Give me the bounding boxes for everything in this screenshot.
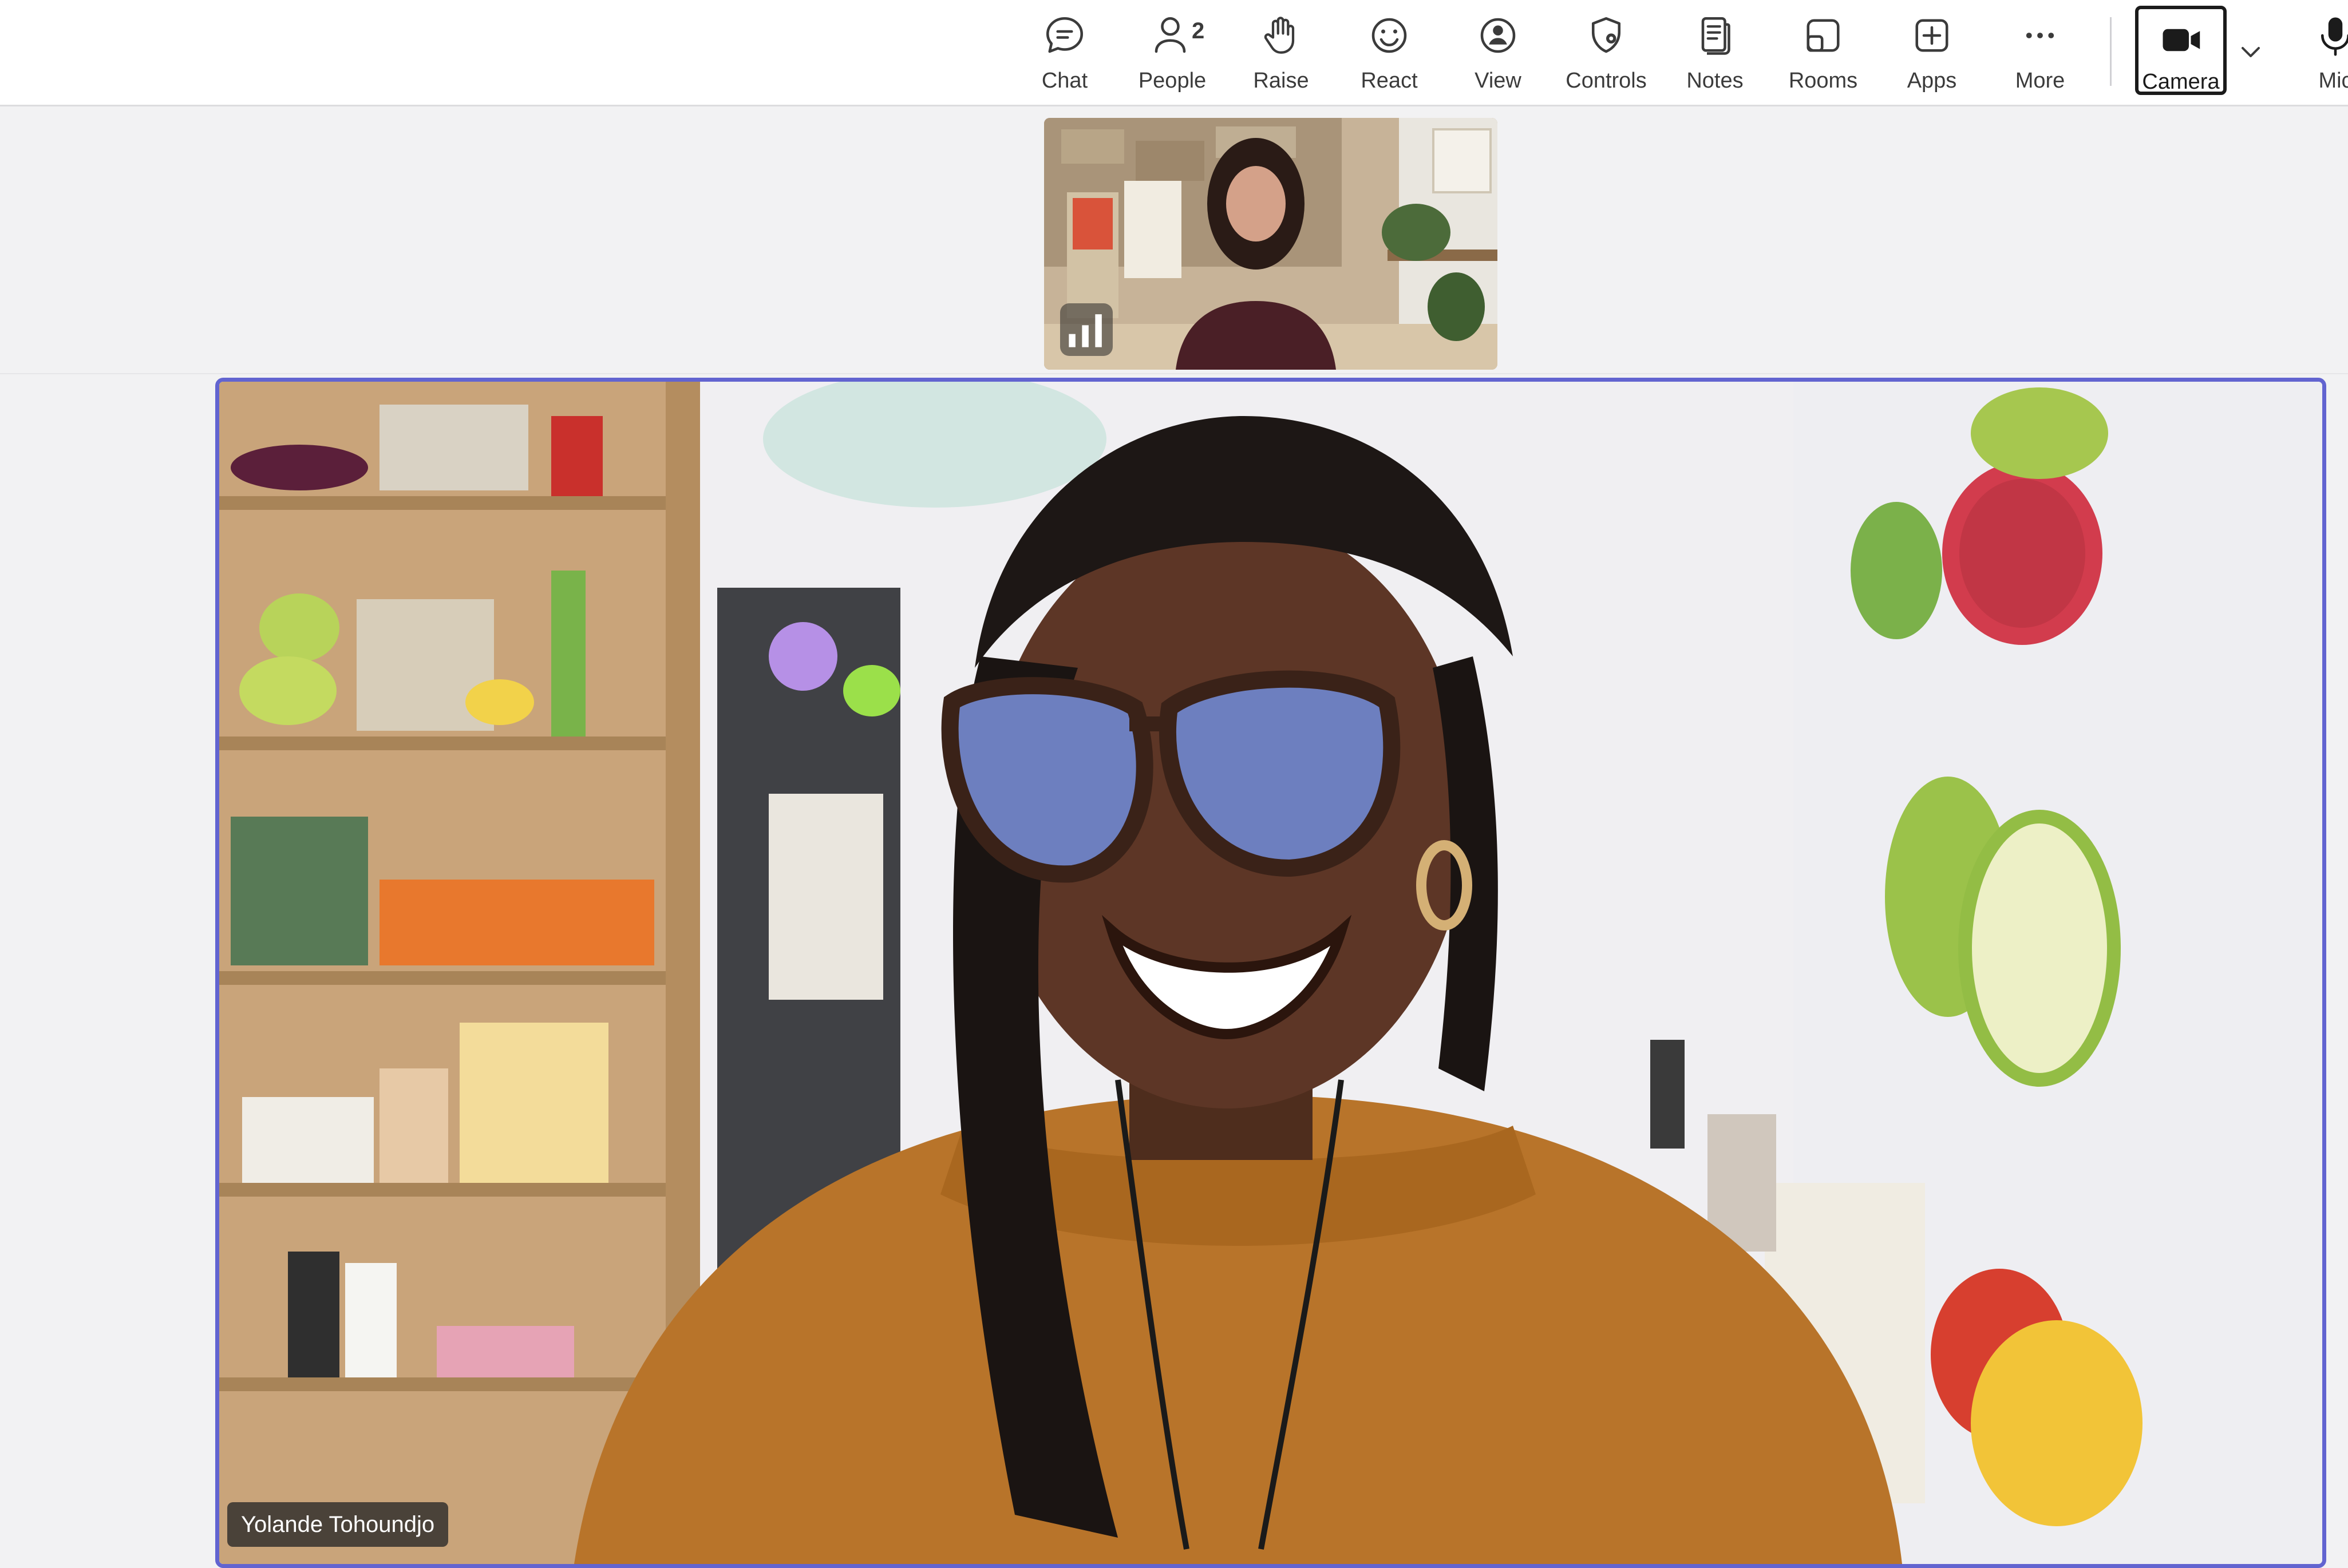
camera-options-chevron[interactable] — [2237, 38, 2264, 65]
plus-square-icon — [1915, 19, 1948, 52]
chat-label: Chat — [1041, 69, 1088, 93]
rooms-icon — [1807, 19, 1840, 52]
more-button[interactable]: More — [1989, 0, 2092, 106]
chat-button[interactable]: Chat — [1013, 0, 1116, 106]
mic-label: Mic — [2318, 69, 2348, 93]
view-person-icon — [1480, 18, 1516, 53]
people-count-badge: 2 — [1192, 18, 1205, 43]
people-button[interactable]: 2 People — [1121, 0, 1224, 106]
view-button[interactable]: View — [1446, 0, 1549, 106]
camera-label: Camera — [2142, 70, 2220, 94]
react-button[interactable]: React — [1338, 0, 1441, 106]
notes-label: Notes — [1686, 69, 1744, 93]
participant-video-tile[interactable] — [1044, 118, 1497, 370]
rooms-button[interactable]: Rooms — [1772, 0, 1875, 106]
notes-button[interactable]: Notes — [1663, 0, 1766, 106]
controls-label: Controls — [1566, 69, 1647, 93]
person-icon — [1155, 17, 1186, 53]
rooms-label: Rooms — [1788, 69, 1858, 93]
microphone-icon — [2321, 17, 2348, 56]
participant-name-tag: Yolande Tohoundjo — [227, 1502, 449, 1547]
chevron-down-icon — [2242, 47, 2260, 57]
video-camera-icon — [2163, 29, 2200, 52]
stage-divider — [0, 373, 2348, 374]
ellipsis-icon — [2026, 33, 2054, 38]
chat-bubble-icon — [1046, 17, 1084, 53]
camera-button[interactable]: Camera — [2135, 6, 2227, 95]
raised-hand-icon — [1264, 17, 1295, 54]
smiley-icon — [1371, 18, 1407, 53]
more-label: More — [2015, 69, 2065, 93]
people-label: People — [1138, 69, 1207, 93]
shield-gear-icon — [1591, 17, 1621, 53]
active-speaker-video-tile[interactable]: Yolande Tohoundjo — [215, 378, 2326, 1568]
mic-button[interactable]: Mic — [2284, 0, 2348, 106]
active-speaker-video-feed — [219, 382, 2322, 1564]
apps-label: Apps — [1907, 69, 1957, 93]
raise-hand-button[interactable]: Raise — [1230, 0, 1333, 106]
connection-quality-indicator — [1060, 303, 1113, 356]
raise-label: Raise — [1253, 69, 1309, 93]
toolbar-separator — [2110, 17, 2112, 86]
view-label: View — [1475, 69, 1521, 93]
react-label: React — [1361, 69, 1418, 93]
meeting-toolbar: Chat 2 People Raise React View Controls … — [0, 0, 2348, 106]
notes-icon — [1701, 17, 1730, 55]
signal-bars-icon — [1069, 314, 1102, 347]
controls-button[interactable]: Controls — [1555, 0, 1658, 106]
apps-button[interactable]: Apps — [1880, 0, 1983, 106]
